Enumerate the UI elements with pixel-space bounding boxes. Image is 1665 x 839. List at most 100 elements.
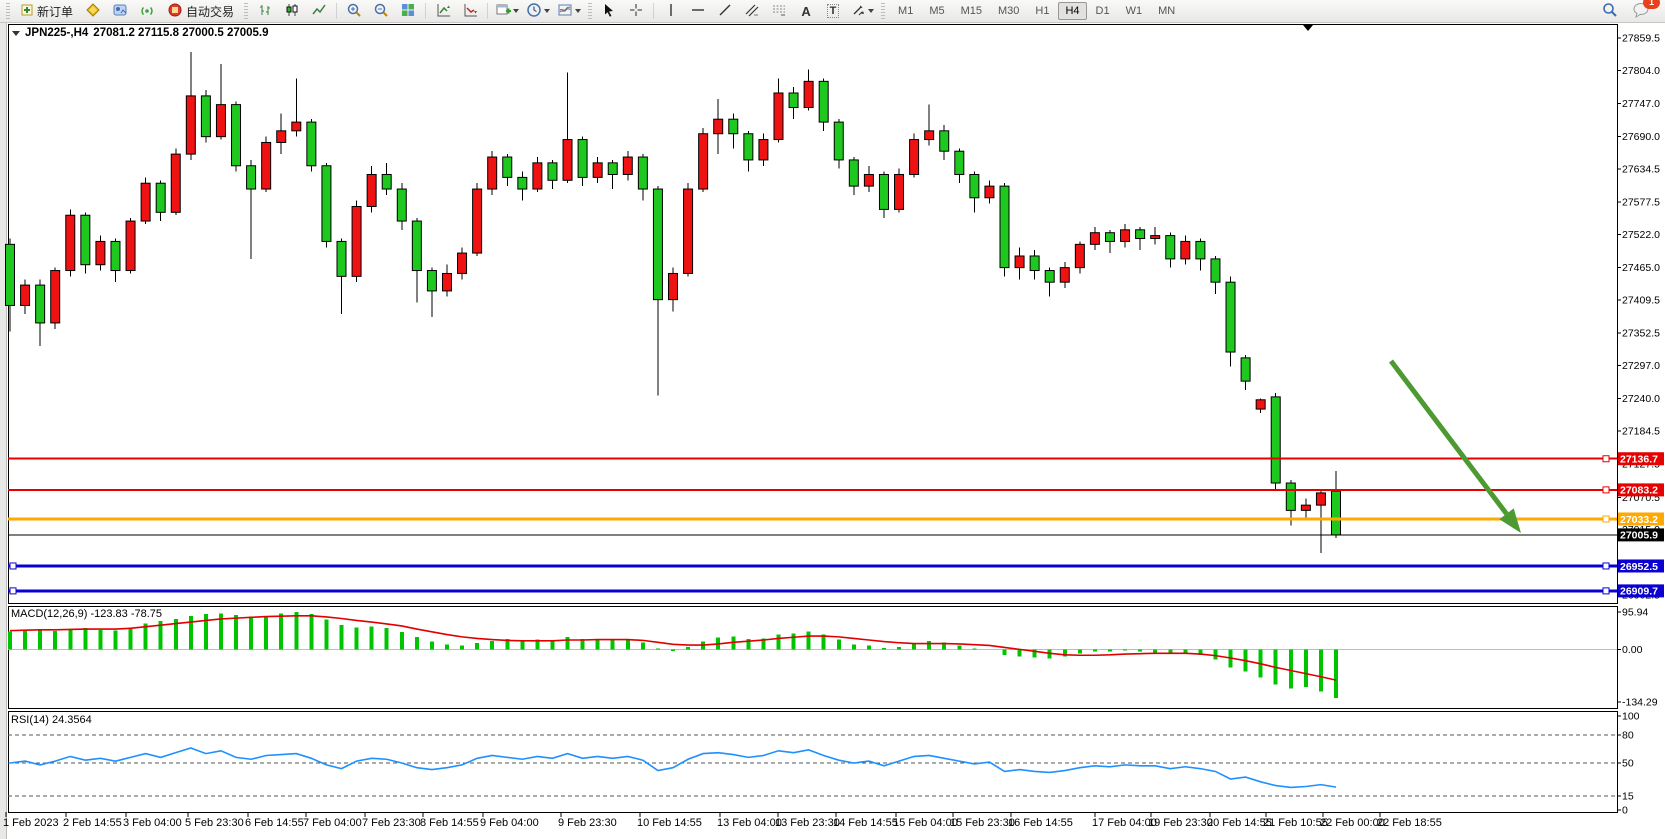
chart-canvas: 27859.527804.027747.027690.027634.527577… (0, 0, 1665, 839)
svg-text:0.00: 0.00 (1622, 644, 1643, 656)
zoom-out-button[interactable] (368, 0, 394, 22)
new-chart-button[interactable] (492, 0, 522, 22)
svg-text:13 Feb 04:00: 13 Feb 04:00 (717, 817, 782, 829)
svg-text:26902.5: 26902.5 (1622, 590, 1660, 602)
svg-text:27015.0: 27015.0 (1622, 524, 1660, 536)
indicator-list-button[interactable] (430, 0, 456, 22)
svg-text:6 Feb 14:55: 6 Feb 14:55 (245, 817, 304, 829)
person-chart-icon (112, 2, 128, 21)
toolbar-right-group: 1 (1596, 0, 1662, 22)
crosshair-button[interactable] (623, 0, 649, 22)
zoom-in-icon (346, 2, 362, 21)
line-chart-icon (311, 2, 327, 21)
indicator-window-button[interactable] (457, 0, 483, 22)
gold-diamond-icon (85, 2, 101, 21)
candlestick-button[interactable] (279, 0, 305, 22)
vertical-line-button[interactable] (658, 0, 684, 22)
svg-text:27005.9: 27005.9 (1620, 530, 1658, 542)
toolbar-grip[interactable] (244, 3, 248, 19)
chart-symbol-period: JPN225-,H4 (25, 27, 88, 39)
svg-text:-134.29: -134.29 (1622, 696, 1658, 708)
macd-label: MACD(12,26,9) -123.83 -78.75 (11, 608, 162, 620)
toolbar-separator (336, 3, 337, 19)
svg-text:2 Feb 14:55: 2 Feb 14:55 (63, 817, 122, 829)
bar-chart-icon (257, 2, 273, 21)
toolbar: 新订单 自动交易 (0, 0, 1665, 23)
auto-trading-label: 自动交易 (186, 3, 234, 20)
label-tool-button[interactable]: T (820, 0, 846, 22)
chevron-down-icon (868, 9, 874, 13)
toolbar-grip[interactable] (6, 3, 10, 19)
toolbar-separator (653, 3, 654, 19)
svg-text:27297.0: 27297.0 (1622, 360, 1660, 372)
svg-text:27352.5: 27352.5 (1622, 328, 1660, 340)
svg-text:95.94: 95.94 (1622, 606, 1648, 618)
arrows-icon (850, 2, 866, 21)
chat-button[interactable]: 1 (1628, 0, 1654, 22)
label-tool-icon: T (827, 4, 840, 18)
svg-text:13 Feb 23:30: 13 Feb 23:30 (775, 817, 840, 829)
macd-indicator-values: -123.83 -78.75 (90, 608, 162, 620)
trendline-icon (717, 2, 733, 21)
timeframe-d1[interactable]: D1 (1089, 2, 1117, 20)
chart-window-button[interactable] (80, 0, 106, 22)
timeframe-mn[interactable]: MN (1151, 2, 1182, 20)
search-button[interactable] (1596, 0, 1622, 22)
text-tool-button[interactable]: A (793, 0, 819, 22)
zoom-in-button[interactable] (341, 0, 367, 22)
channel-icon (744, 2, 760, 21)
svg-text:19 Feb 23:30: 19 Feb 23:30 (1148, 817, 1213, 829)
bar-chart-button[interactable] (252, 0, 278, 22)
chevron-down-icon (575, 9, 581, 13)
fibonacci-button[interactable] (766, 0, 792, 22)
trendline-button[interactable] (712, 0, 738, 22)
svg-text:26909.7: 26909.7 (1620, 586, 1658, 598)
svg-text:27033.2: 27033.2 (1620, 514, 1658, 526)
arrows-tool-button[interactable] (847, 0, 877, 22)
svg-text:27690.0: 27690.0 (1622, 131, 1660, 143)
timeframe-m5[interactable]: M5 (922, 2, 951, 20)
equidistant-channel-button[interactable] (739, 0, 765, 22)
chart-title: JPN225-,H4 27081.2 27115.8 27000.5 27005… (12, 27, 269, 39)
tile-windows-icon (400, 2, 416, 21)
svg-text:26952.5: 26952.5 (1620, 561, 1658, 573)
signal-waves-icon (139, 2, 155, 21)
svg-text:7 Feb 04:00: 7 Feb 04:00 (303, 817, 362, 829)
tile-windows-button[interactable] (395, 0, 421, 22)
svg-text:9 Feb 04:00: 9 Feb 04:00 (480, 817, 539, 829)
new-order-button[interactable]: 新订单 (14, 0, 79, 22)
symbol-dropdown-icon[interactable] (12, 31, 20, 36)
svg-text:27083.2: 27083.2 (1620, 485, 1658, 497)
market-depth-button[interactable] (107, 0, 133, 22)
macd-indicator-name: MACD(12,26,9) (11, 608, 87, 620)
svg-text:27522.0: 27522.0 (1622, 229, 1660, 241)
templates-button[interactable] (554, 0, 584, 22)
search-icon (1601, 1, 1618, 21)
rsi-indicator-value: 24.3564 (52, 714, 92, 726)
period-clock-button[interactable] (523, 0, 553, 22)
timeframe-w1[interactable]: W1 (1119, 2, 1150, 20)
line-chart-button[interactable] (306, 0, 332, 22)
chevron-down-icon (544, 9, 550, 13)
timeframe-h4[interactable]: H4 (1058, 2, 1086, 20)
svg-text:17 Feb 04:00: 17 Feb 04:00 (1092, 817, 1157, 829)
svg-text:27184.5: 27184.5 (1622, 425, 1660, 437)
timeframe-m1[interactable]: M1 (891, 2, 920, 20)
svg-text:27240.0: 27240.0 (1622, 393, 1660, 405)
svg-text:9 Feb 23:30: 9 Feb 23:30 (558, 817, 617, 829)
timeframe-m15[interactable]: M15 (954, 2, 989, 20)
chart-arrow-up-icon (435, 2, 451, 21)
svg-text:50: 50 (1622, 758, 1634, 770)
signals-button[interactable] (134, 0, 160, 22)
horizontal-line-button[interactable] (685, 0, 711, 22)
svg-text:14 Feb 14:55: 14 Feb 14:55 (833, 817, 898, 829)
auto-trading-button[interactable]: 自动交易 (161, 0, 240, 22)
svg-text:27136.7: 27136.7 (1620, 454, 1658, 466)
cursor-button[interactable] (596, 0, 622, 22)
timeframe-m30[interactable]: M30 (991, 2, 1026, 20)
timeframe-h1[interactable]: H1 (1028, 2, 1056, 20)
toolbar-grip[interactable] (881, 3, 885, 19)
svg-text:7 Feb 23:30: 7 Feb 23:30 (362, 817, 421, 829)
toolbar-grip[interactable] (588, 3, 592, 19)
vertical-line-icon (663, 2, 679, 21)
